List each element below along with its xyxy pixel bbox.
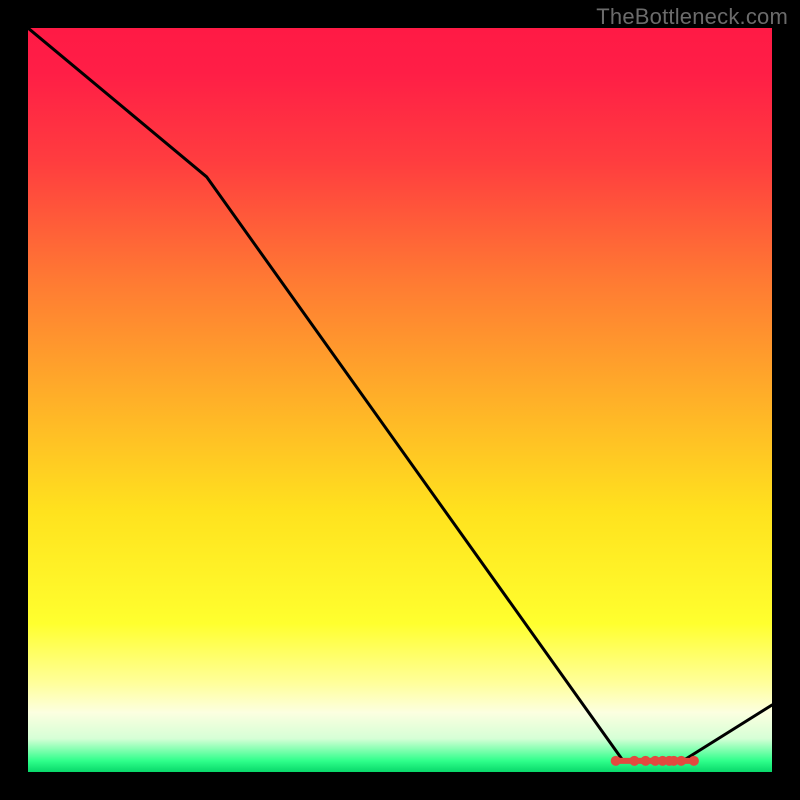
- optimum-marker: [611, 756, 621, 766]
- watermark-text: TheBottleneck.com: [596, 4, 788, 30]
- optimum-marker: [676, 756, 686, 766]
- cost-curve: [28, 28, 772, 772]
- optimum-marker: [629, 756, 639, 766]
- plot-area: [28, 28, 772, 772]
- optimum-marker: [689, 756, 699, 766]
- optimum-marker: [641, 756, 651, 766]
- chart-frame: TheBottleneck.com: [0, 0, 800, 800]
